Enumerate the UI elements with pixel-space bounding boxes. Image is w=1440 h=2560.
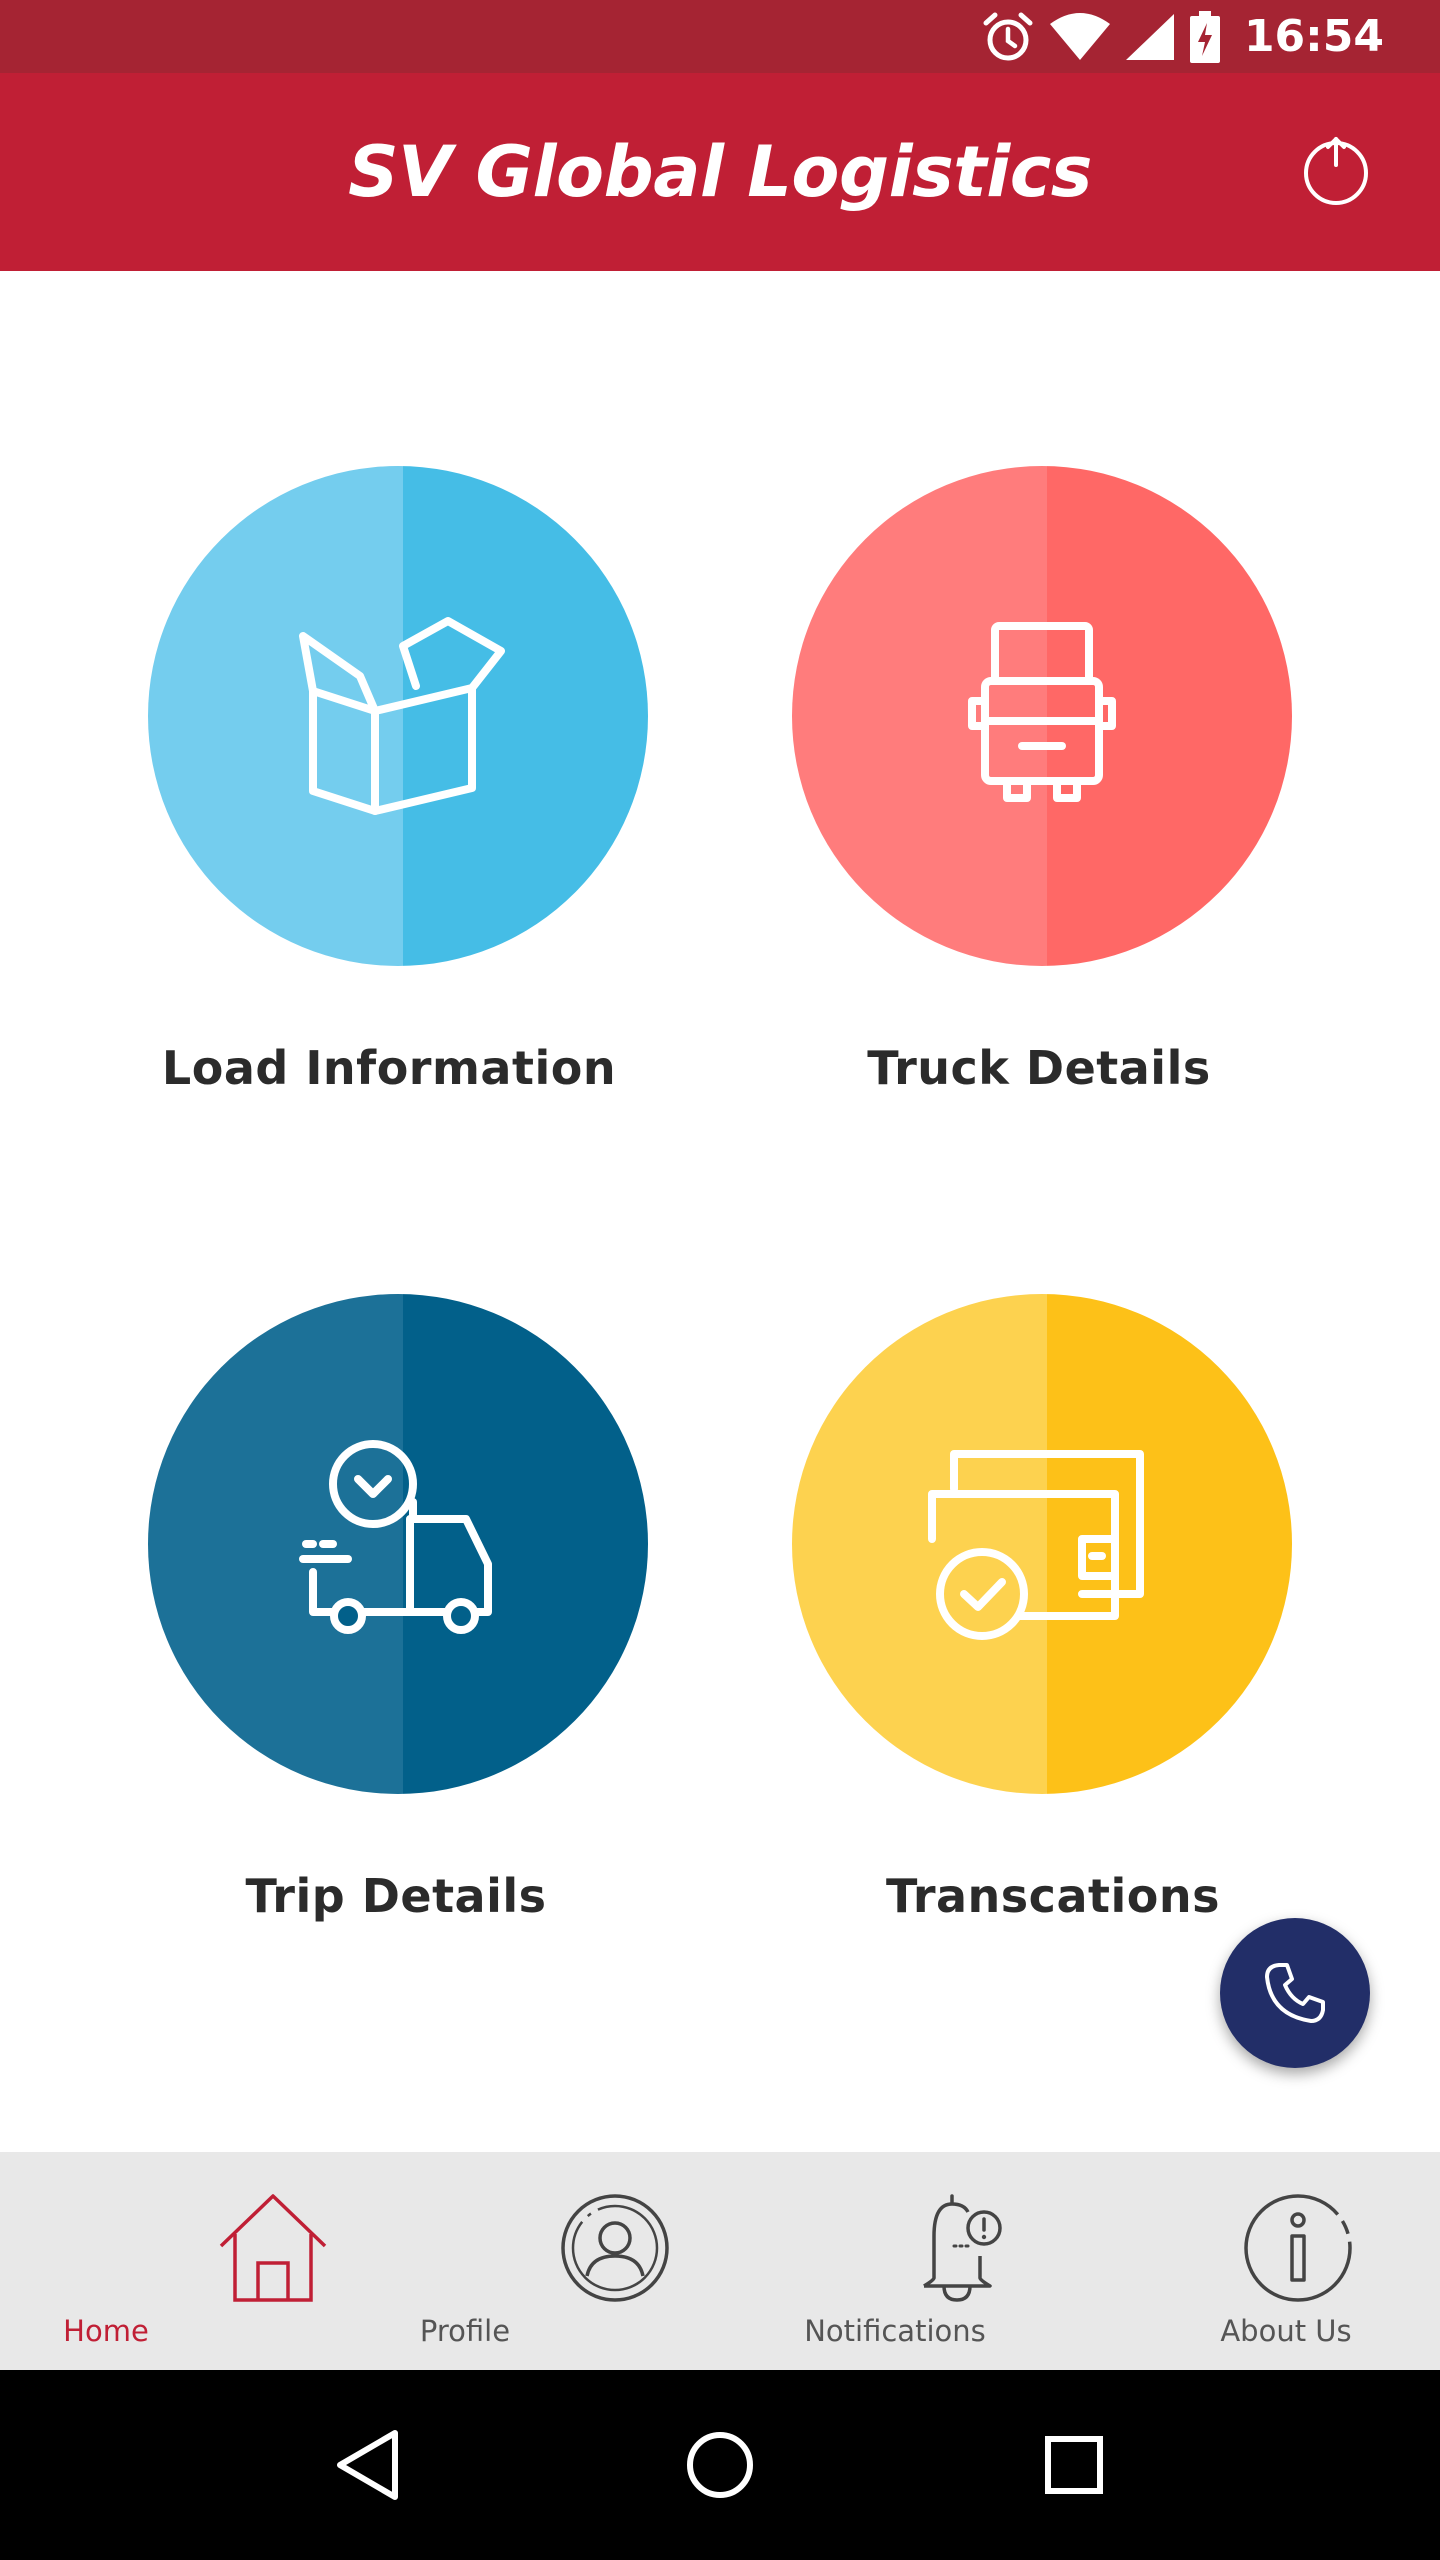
tile-trip-details[interactable]: Trip Details — [118, 1294, 678, 1994]
truck-circle — [792, 466, 1292, 966]
call-fab-button[interactable] — [1220, 1918, 1370, 2068]
phone-icon — [1265, 1963, 1325, 2023]
bottom-navigation: Home Profile Notifications About Us — [0, 2152, 1440, 2370]
recents-icon[interactable] — [1034, 2425, 1114, 2505]
app-title: SV Global Logistics — [348, 131, 1092, 213]
nav-item-about-us[interactable]: About Us — [1080, 2152, 1440, 2370]
tile-label: Transcations — [886, 1869, 1220, 1923]
tile-label: Trip Details — [245, 1869, 547, 1923]
battery-charging-icon — [1189, 10, 1220, 63]
tile-label: Truck Details — [867, 1041, 1211, 1095]
tile-transcations[interactable]: Transcations — [762, 1294, 1322, 1994]
tile-label: Load Information — [161, 1041, 617, 1095]
back-icon[interactable] — [330, 2425, 410, 2505]
bell-icon — [923, 2194, 1002, 2302]
status-time: 16:54 — [1243, 11, 1384, 62]
load-circle — [148, 466, 648, 966]
power-icon[interactable] — [1300, 135, 1372, 207]
wifi-icon — [1049, 12, 1110, 60]
transactions-circle — [792, 1294, 1292, 1794]
status-bar: 16:54 — [0, 0, 1440, 73]
nav-label: About Us — [1220, 2314, 1352, 2348]
profile-icon — [561, 2194, 669, 2302]
system-navigation-bar — [0, 2370, 1440, 2560]
tile-load-information[interactable]: Load Information — [118, 466, 678, 1166]
alarm-icon — [983, 12, 1033, 60]
trip-circle — [148, 1294, 648, 1794]
signal-icon — [1125, 13, 1174, 60]
tile-truck-details[interactable]: Truck Details — [762, 466, 1322, 1166]
info-icon — [1244, 2194, 1352, 2302]
home-icon — [219, 2194, 327, 2302]
home-circle-icon[interactable] — [680, 2425, 760, 2505]
app-bar: SV Global Logistics — [0, 73, 1440, 271]
